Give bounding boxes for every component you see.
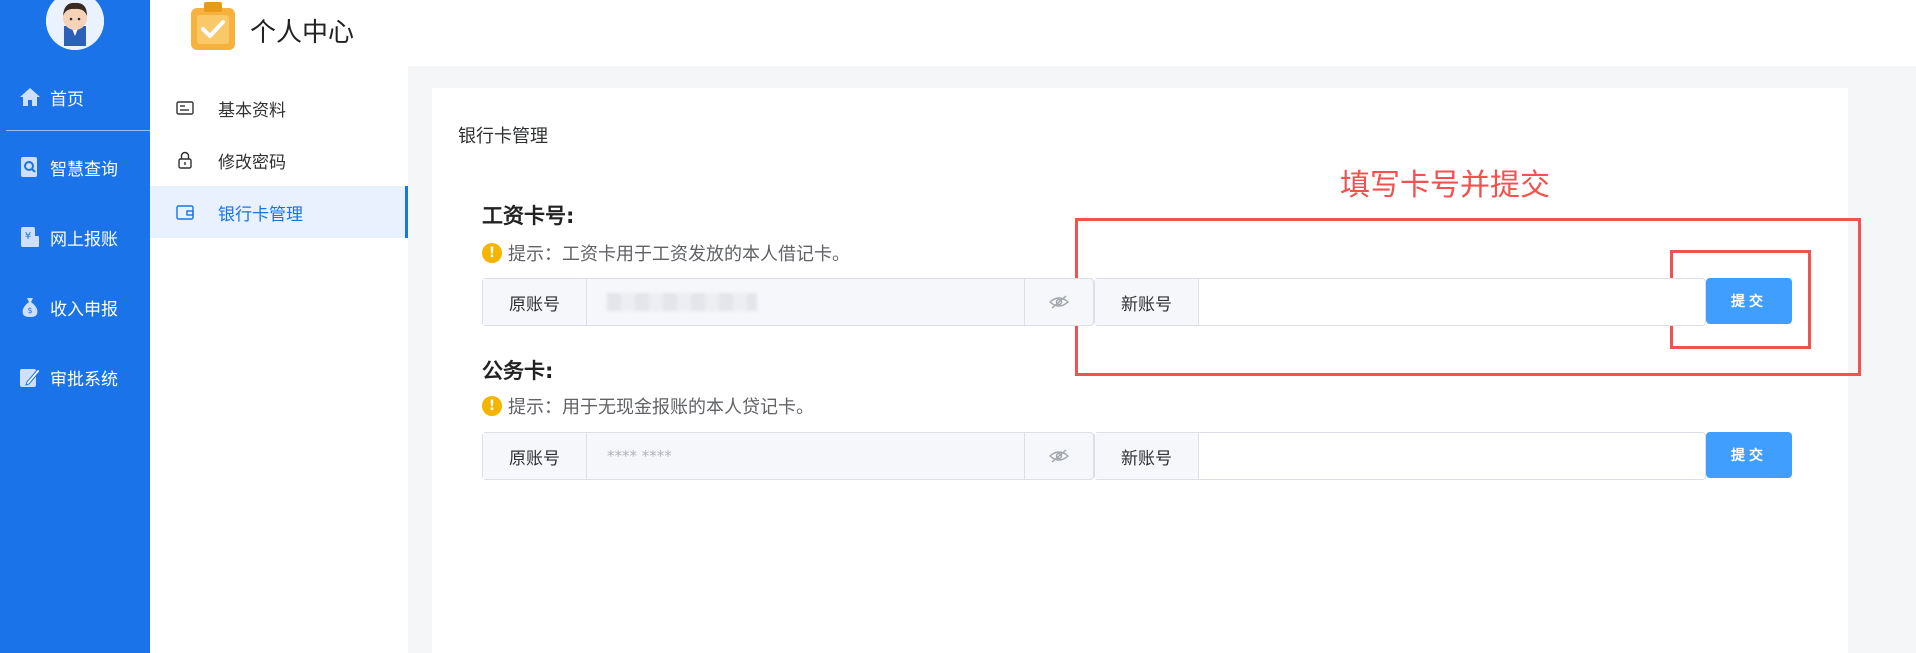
home-icon <box>18 85 42 109</box>
sidebar-divider <box>6 130 150 131</box>
svg-text:¥: ¥ <box>25 231 31 242</box>
official-submit-button[interactable]: 提交 <box>1706 432 1792 478</box>
annotation-text: 填写卡号并提交 <box>1340 168 1550 203</box>
user-avatar[interactable] <box>46 0 104 50</box>
salary-card-row: 原账号 新账号 提交 <box>482 278 1792 328</box>
sidebar-item-label: 智慧查询 <box>50 159 118 180</box>
salary-old-account-value <box>587 279 1027 325</box>
sidebar-item-online-reimburse[interactable]: ¥ 网上报账 <box>0 215 150 259</box>
money-bag-icon: $ <box>18 295 42 319</box>
new-account-label: 新账号 <box>1095 279 1199 325</box>
sidebar-item-smart-query[interactable]: 智慧查询 <box>0 145 150 189</box>
eye-hidden-icon[interactable] <box>1024 433 1093 479</box>
yen-doc-icon: ¥ <box>18 225 42 249</box>
subnav-item-basic-info[interactable]: 基本资料 <box>150 82 408 134</box>
sidebar-item-label: 收入申报 <box>50 299 118 320</box>
warning-icon: ! <box>482 243 502 263</box>
subnav-item-bank-card[interactable]: 银行卡管理 <box>150 186 408 238</box>
clipboard-check-icon <box>188 2 238 52</box>
sidebar-item-label: 网上报账 <box>50 229 118 250</box>
subnav-item-label: 银行卡管理 <box>218 204 303 225</box>
approval-pen-icon <box>18 365 42 389</box>
subnav-item-label: 基本资料 <box>218 100 286 121</box>
warning-icon: ! <box>482 396 502 416</box>
old-account-label: 原账号 <box>483 433 587 479</box>
main-sidebar: 首页 智慧查询 ¥ 网上报账 $ 收入申报 审批系统 <box>0 0 150 653</box>
wallet-icon <box>174 201 196 223</box>
hint-text: 提示：工资卡用于工资发放的本人借记卡。 <box>508 244 850 265</box>
search-doc-icon <box>18 155 42 179</box>
sidebar-item-approval[interactable]: 审批系统 <box>0 355 150 399</box>
sidebar-item-home[interactable]: 首页 <box>0 75 150 119</box>
salary-new-account-input[interactable] <box>1199 279 1699 325</box>
new-account-label: 新账号 <box>1095 433 1199 479</box>
sidebar-item-label: 首页 <box>50 89 84 110</box>
svg-text:$: $ <box>27 306 32 315</box>
page-title: 个人中心 <box>250 18 355 48</box>
salary-card-heading: 工资卡号: <box>482 204 575 228</box>
bank-card-panel <box>432 88 1848 653</box>
salary-new-account-group: 新账号 <box>1094 278 1706 326</box>
card-title: 银行卡管理 <box>458 126 548 147</box>
salary-card-hint: ! 提示：工资卡用于工资发放的本人借记卡。 <box>482 240 850 266</box>
eye-hidden-icon[interactable] <box>1024 279 1093 325</box>
subnav-item-change-password[interactable]: 修改密码 <box>150 134 408 186</box>
official-new-account-input[interactable] <box>1199 433 1699 479</box>
top-header <box>150 0 1916 66</box>
sub-navigation: 基本资料 修改密码 银行卡管理 <box>150 66 408 653</box>
official-card-heading: 公务卡: <box>482 359 554 383</box>
old-account-label: 原账号 <box>483 279 587 325</box>
lock-icon <box>174 149 196 171</box>
salary-submit-button[interactable]: 提交 <box>1706 278 1792 324</box>
salary-old-account-group: 原账号 <box>482 278 1094 326</box>
id-card-icon <box>174 97 196 119</box>
hint-text: 提示：用于无现金报账的本人贷记卡。 <box>508 397 814 418</box>
official-card-hint: ! 提示：用于无现金报账的本人贷记卡。 <box>482 393 814 419</box>
official-old-account-group: 原账号 **** **** <box>482 432 1094 480</box>
sidebar-item-income-declare[interactable]: $ 收入申报 <box>0 285 150 329</box>
masked-account-blur <box>607 293 757 311</box>
sidebar-item-label: 审批系统 <box>50 369 118 390</box>
official-new-account-group: 新账号 <box>1094 432 1706 480</box>
subnav-item-label: 修改密码 <box>218 152 286 173</box>
official-card-row: 原账号 **** **** 新账号 提交 <box>482 432 1792 482</box>
official-old-account-value: **** **** <box>607 447 672 465</box>
